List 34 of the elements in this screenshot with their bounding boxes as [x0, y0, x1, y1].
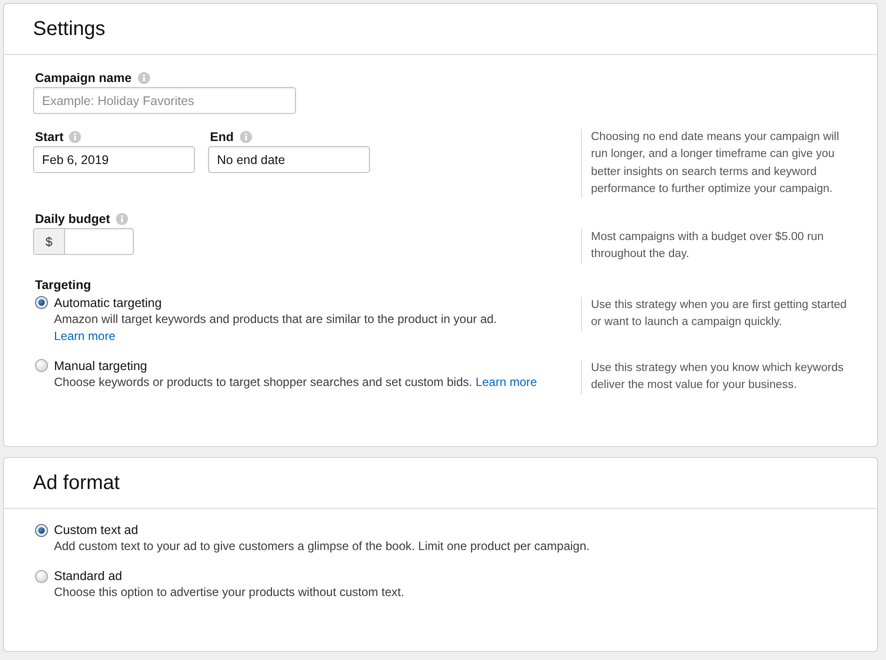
section-title: Ad format: [33, 472, 120, 495]
help-text: Use this strategy when you know which keywords deliver the most value for your business.: [581, 360, 848, 394]
info-icon[interactable]: [138, 72, 150, 84]
option-label[interactable]: Automatic targeting: [54, 296, 162, 310]
help-text: Most campaigns with a budget over $5.00 run throughout the day.: [581, 229, 848, 264]
date-input[interactable]: Feb 6, 2019: [33, 146, 195, 173]
radio-button[interactable]: [35, 570, 48, 583]
field-label: End: [210, 130, 234, 144]
option-description: Amazon will target keywords and products that are similar to the product in your ad. Learn more: [54, 310, 498, 345]
learn-more-link[interactable]: Learn more: [476, 374, 537, 389]
radio-button[interactable]: [35, 296, 48, 310]
campaign-name-input[interactable]: Example: Holiday Favorites: [33, 87, 296, 114]
option-description: Choose keywords or products to target shopper searches and set custom bids. Learn more: [54, 374, 538, 391]
option-description: Choose this option to advertise your products without custom text.: [54, 584, 406, 602]
help-text: Use this strategy when you are first getting started or want to launch a campaign quickly.: [581, 296, 848, 332]
field-label: Start: [35, 130, 64, 144]
option-label[interactable]: Manual targeting: [54, 358, 148, 373]
date-input[interactable]: No end date: [208, 146, 370, 173]
radio-button[interactable]: [35, 524, 48, 537]
currency-prefix: $: [33, 228, 64, 256]
radio-button[interactable]: [35, 359, 48, 372]
help-text: Choosing no end date means your campaign will run longer, and a longer timeframe can give you better insights on search terms and keyword performance to further optimize your campaign.: [581, 129, 848, 198]
field-label: Targeting: [35, 278, 92, 292]
field-label: Campaign name: [35, 70, 132, 84]
option-description: Add custom text to your ad to give customers a glimpse of the book. Limit one product per campaign.: [54, 538, 591, 556]
info-icon[interactable]: [240, 130, 252, 142]
learn-more-link[interactable]: Learn more: [54, 328, 116, 343]
section-title: Settings: [33, 18, 106, 40]
info-icon[interactable]: [69, 130, 82, 142]
info-icon[interactable]: [116, 212, 128, 225]
field-label: Daily budget: [35, 212, 110, 226]
option-label[interactable]: Standard ad: [54, 569, 122, 584]
budget-input[interactable]: [64, 228, 134, 256]
option-label[interactable]: Custom text ad: [54, 523, 138, 538]
